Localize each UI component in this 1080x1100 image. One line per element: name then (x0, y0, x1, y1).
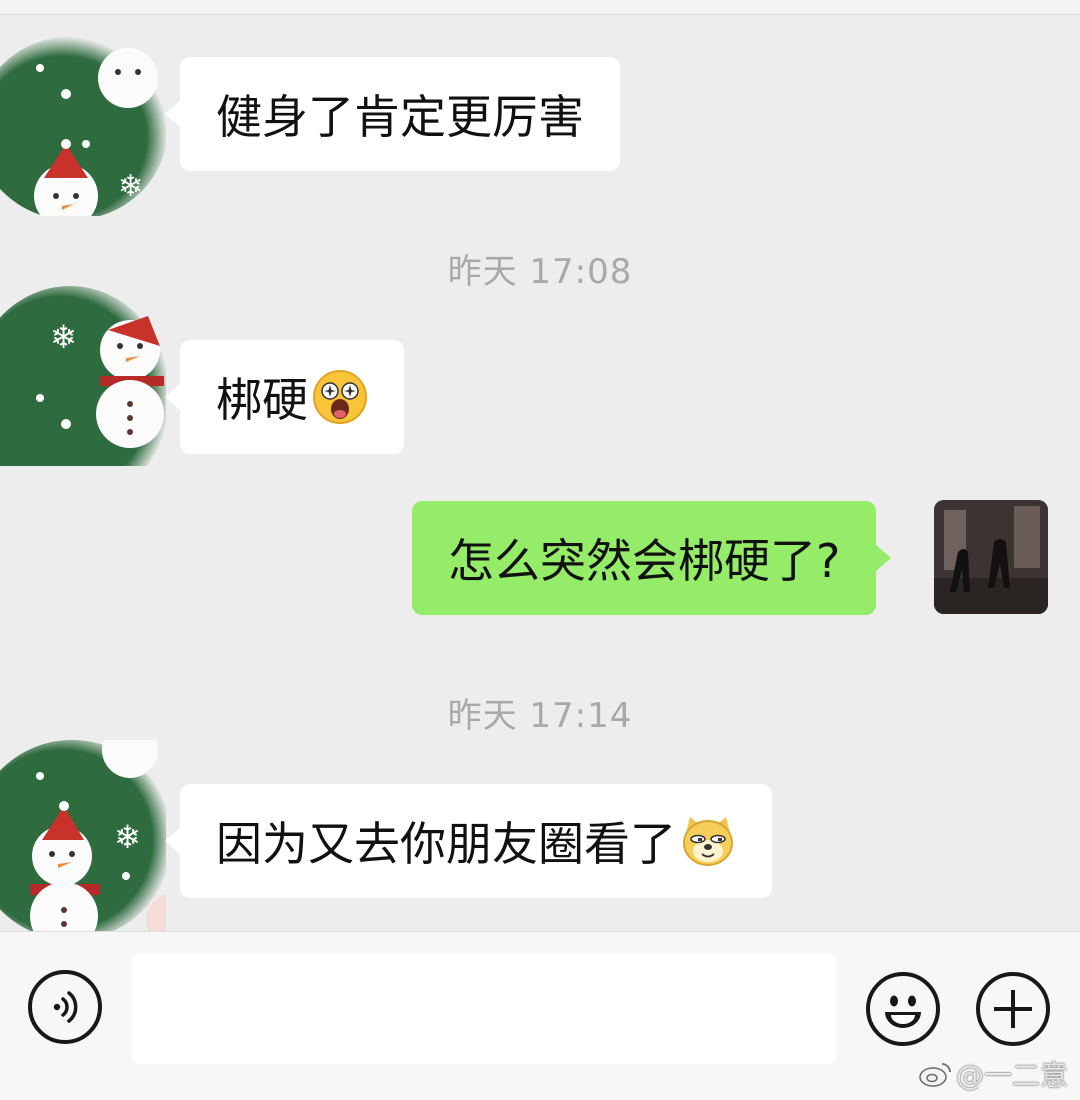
smiley-icon (885, 995, 921, 1028)
message-text: 因为又去你朋友圈看了 (216, 817, 676, 871)
message-text: 健身了肯定更厉害 (216, 90, 584, 144)
svg-text:❄: ❄ (118, 169, 143, 204)
message-text: 怎么突然会梆硬了? (448, 534, 841, 588)
message-bubble[interactable]: 梆硬 (165, 340, 404, 454)
message-bubble[interactable]: 健身了肯定更厉害 (165, 57, 620, 171)
watermark-text: @一二意 (955, 1059, 1068, 1092)
plus-icon (994, 990, 1032, 1028)
svg-text:❄: ❄ (50, 318, 77, 356)
star-struck-emoji (313, 370, 367, 424)
watermark: @一二意 (918, 1054, 1068, 1094)
emoji-button[interactable] (866, 972, 940, 1046)
voice-icon (53, 991, 78, 1023)
contact-avatar[interactable]: ❄ (0, 740, 166, 940)
message-bubble[interactable]: 因为又去你朋友圈看了 (165, 784, 772, 898)
svg-text:❄: ❄ (114, 818, 141, 856)
title-bar-edge (0, 0, 1080, 15)
doge-emoji (683, 817, 733, 866)
voice-button[interactable] (28, 970, 102, 1044)
contact-avatar[interactable]: ❄ (0, 286, 166, 466)
message-text: 梆硬 (216, 373, 308, 427)
chat-screen: ❄ 健身了肯定更厉害 昨天 17:08 ❄ 梆硬 怎么突然会梆硬了? 昨天 17… (0, 0, 1080, 1100)
weibo-logo-icon (919, 1063, 951, 1087)
message-input[interactable] (132, 954, 836, 1064)
contact-avatar[interactable]: ❄ (0, 36, 166, 216)
timestamp: 昨天 17:14 (447, 696, 633, 736)
my-message-bubble[interactable]: 怎么突然会梆硬了? (412, 501, 892, 615)
my-avatar[interactable] (934, 500, 1048, 614)
more-button[interactable] (976, 972, 1050, 1046)
